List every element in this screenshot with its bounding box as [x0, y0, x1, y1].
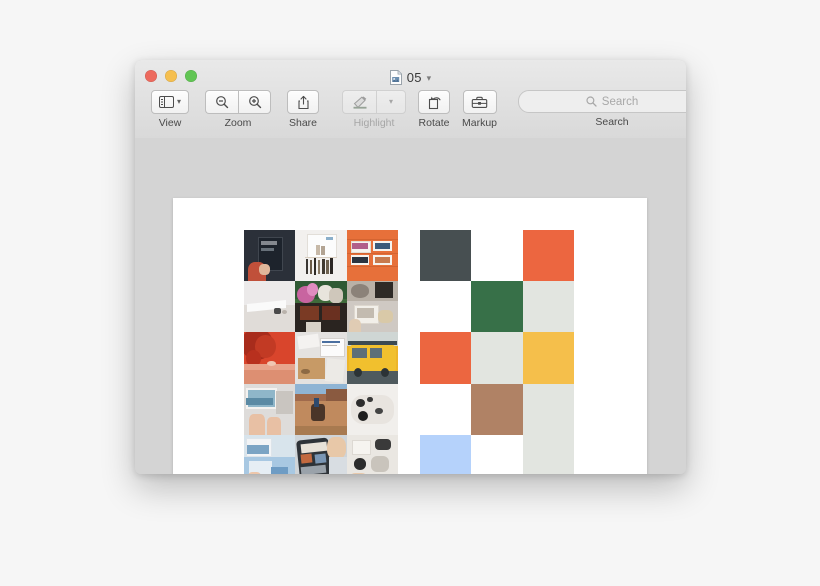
toolbar-group-search: Search Search: [518, 90, 686, 128]
zoom-out-button[interactable]: [205, 90, 238, 114]
share-icon: [297, 95, 309, 109]
highlight-button[interactable]: [342, 90, 376, 114]
color-swatch[interactable]: [471, 230, 523, 282]
toolbar-group-view: ▾ View: [151, 90, 189, 129]
screen: 05 ▾ ▾ View Zoom Share ▾ Highlight Rotat…: [0, 0, 820, 586]
toolbar-group-rotate: Rotate: [418, 90, 450, 129]
search-label: Search: [595, 116, 629, 128]
photo-tile[interactable]: [295, 230, 347, 282]
toolbar: ▾ View Zoom Share ▾ Highlight Rotate Mar…: [135, 90, 686, 136]
color-swatch[interactable]: [420, 230, 472, 282]
color-swatch[interactable]: [471, 281, 523, 333]
rotate-button[interactable]: [418, 90, 450, 114]
color-swatch[interactable]: [420, 332, 472, 384]
zoom-in-icon: [248, 96, 261, 109]
photo-tile[interactable]: [346, 434, 398, 474]
document-page: [173, 198, 647, 474]
photo-tile[interactable]: [244, 230, 296, 282]
toolbar-group-highlight: ▾ Highlight: [342, 90, 406, 129]
title-text: 05: [406, 69, 422, 85]
photo-tile[interactable]: [295, 383, 347, 435]
color-swatch[interactable]: [522, 434, 574, 474]
photo-tile[interactable]: [346, 230, 398, 282]
color-swatch[interactable]: [471, 383, 523, 435]
color-swatch[interactable]: [471, 332, 523, 384]
markup-button[interactable]: [462, 90, 497, 114]
rotate-left-icon: [428, 96, 441, 109]
photo-tile[interactable]: [244, 332, 296, 384]
color-swatch[interactable]: [522, 332, 574, 384]
photo-tile[interactable]: [244, 281, 296, 333]
share-button[interactable]: [287, 90, 319, 114]
photo-tile[interactable]: [295, 281, 347, 333]
color-swatch[interactable]: [420, 434, 472, 474]
chevron-down-icon: ▾: [176, 97, 181, 106]
photo-grid: [244, 230, 398, 474]
share-label: Share: [288, 117, 318, 129]
window-titlebar[interactable]: 05 ▾ ▾ View Zoom Share ▾ Highlight Rotat…: [135, 60, 686, 139]
photo-tile[interactable]: [244, 383, 296, 435]
color-swatch[interactable]: [420, 281, 472, 333]
preview-window: 05 ▾ ▾ View Zoom Share ▾ Highlight Rotat…: [135, 60, 686, 474]
chevron-down-icon: ▾: [388, 97, 393, 106]
document-icon: [389, 69, 402, 85]
search-input[interactable]: Search: [518, 90, 686, 113]
toolbar-group-zoom: Zoom: [205, 90, 271, 129]
zoom-label: Zoom: [224, 117, 252, 129]
color-grid: [420, 230, 574, 474]
toolbar-group-share: Share: [287, 90, 319, 129]
toolbox-icon: [471, 96, 488, 108]
color-swatch[interactable]: [522, 383, 574, 435]
highlighter-icon: [353, 96, 366, 109]
highlight-options-button[interactable]: ▾: [376, 90, 406, 114]
color-swatch[interactable]: [420, 383, 472, 435]
document-title[interactable]: 05 ▾: [135, 68, 686, 86]
highlight-label: Highlight: [353, 117, 395, 129]
photo-tile[interactable]: [346, 281, 398, 333]
photo-tile[interactable]: [346, 332, 398, 384]
zoom-in-button[interactable]: [238, 90, 271, 114]
color-swatch[interactable]: [522, 230, 574, 282]
color-swatch[interactable]: [522, 281, 574, 333]
rotate-label: Rotate: [418, 117, 450, 129]
document-content-area[interactable]: [135, 138, 686, 474]
photo-tile[interactable]: [295, 332, 347, 384]
markup-label: Markup: [462, 117, 498, 129]
search-icon: [586, 96, 597, 107]
color-swatch[interactable]: [471, 434, 523, 474]
view-label: View: [158, 117, 182, 129]
search-placeholder: Search: [601, 95, 639, 108]
photo-tile[interactable]: [346, 383, 398, 435]
zoom-out-icon: [216, 96, 229, 109]
toolbar-group-markup: Markup: [462, 90, 497, 129]
view-button[interactable]: ▾: [151, 90, 189, 114]
photo-tile[interactable]: [244, 434, 296, 474]
chevron-down-icon[interactable]: ▾: [427, 73, 432, 83]
photo-tile[interactable]: [295, 434, 347, 474]
